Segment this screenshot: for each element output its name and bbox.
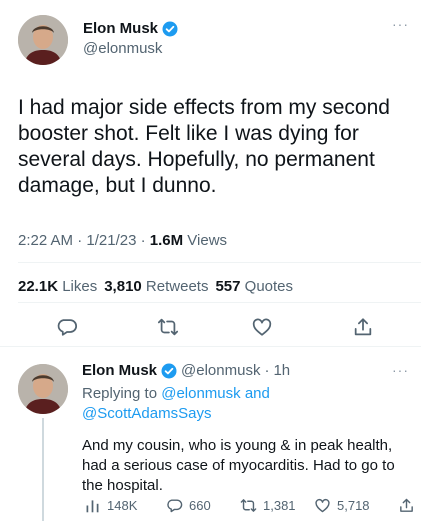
reply-icon [166,497,183,514]
verified-badge-icon [161,363,177,379]
reply-actions: 148K 660 1,381 5,718 [82,497,421,517]
reply-icon[interactable] [56,316,78,338]
quotes-label: Quotes [240,278,294,295]
more-options-icon[interactable]: ··· [392,16,409,32]
more-options-icon[interactable]: ··· [392,362,409,378]
divider [18,302,421,303]
reply-views[interactable]: 148K [84,497,137,514]
reply-views-count: 148K [107,498,138,513]
thread-line [42,418,44,521]
replying-to-label: Replying to [82,385,162,402]
author-name[interactable]: Elon Musk [83,20,178,37]
tweet-meta: 2:22 AM · 1/21/23 · 1.6M Views [18,232,227,249]
divider [0,346,421,347]
like-icon[interactable] [251,316,273,338]
reply-likes-count: 5,718 [337,498,370,513]
avatar[interactable] [18,15,68,65]
views-count: 1.6M [149,232,184,249]
engagement-stats: 22.1K Likes 3,810 Retweets 557 Quotes [18,278,293,295]
share-icon[interactable] [398,497,415,514]
replying-to: Replying to @elonmusk and @ScottAdamsSay… [82,384,402,424]
tweet-date[interactable]: 1/21/23 [86,232,136,249]
retweets-count: 3,810 [104,278,142,295]
replying-to-and: and [240,385,270,402]
reply-replies[interactable]: 660 [166,497,211,514]
reply-likes[interactable]: 5,718 [314,497,370,514]
tweet-time[interactable]: 2:22 AM [18,232,73,249]
author-handle[interactable]: @elonmusk [83,40,162,57]
reply-author-handle[interactable]: @elonmusk [181,362,260,379]
verified-badge-icon [162,21,178,37]
like-icon [314,497,331,514]
meta-separator: · [73,232,87,249]
reply-replies-count: 660 [189,498,211,513]
views-icon [84,497,101,514]
replying-to-link[interactable]: @elonmusk [161,385,240,402]
divider [18,262,421,263]
avatar[interactable] [18,364,68,414]
reply-retweets-count: 1,381 [263,498,296,513]
quotes-stat[interactable]: 557 Quotes [215,278,293,295]
retweets-label: Retweets [141,278,209,295]
reply-retweets[interactable]: 1,381 [240,497,296,514]
views-label: Views [183,232,228,249]
share-icon[interactable] [352,316,374,338]
reply-header: Elon Musk @elonmusk · 1h [82,362,290,379]
quotes-count: 557 [215,278,241,295]
tweet-actions [0,312,421,340]
reply-text: And my cousin, who is young & in peak he… [82,437,395,494]
retweet-icon[interactable] [157,316,179,338]
reply-author-name[interactable]: Elon Musk [82,362,157,379]
retweets-stat[interactable]: 3,810 Retweets [104,278,208,295]
author-name-text[interactable]: Elon Musk [83,20,158,37]
retweet-icon [240,497,257,514]
tweet-text: I had major side effects from my second … [18,96,390,197]
likes-label: Likes [58,278,98,295]
likes-stat[interactable]: 22.1K Likes [18,278,97,295]
likes-count: 22.1K [18,278,59,295]
replying-to-link[interactable]: @ScottAdamsSays [82,405,211,422]
meta-separator: · [264,362,270,379]
reply-time[interactable]: 1h [273,362,290,379]
meta-separator: · [136,232,150,249]
